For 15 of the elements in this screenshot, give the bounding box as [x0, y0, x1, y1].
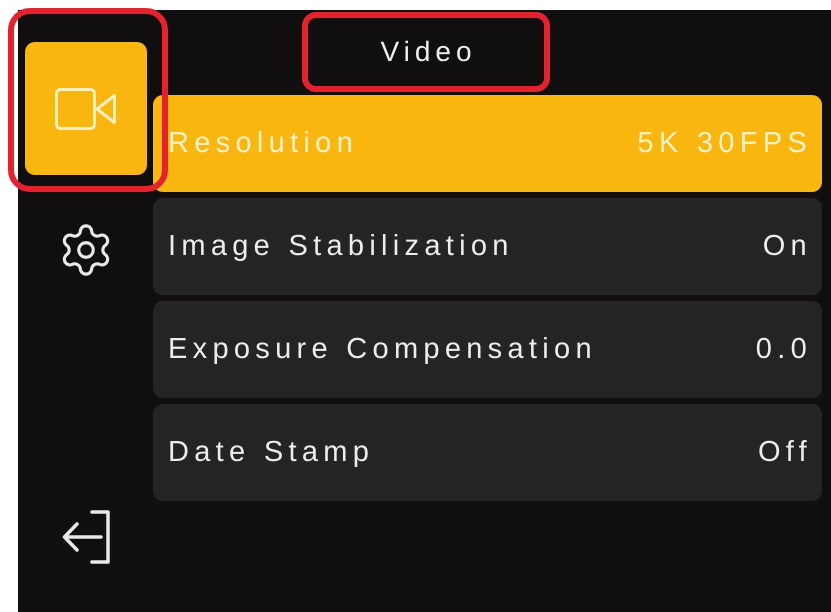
setting-value: Off — [758, 434, 812, 470]
setting-label: Exposure Compensation — [168, 332, 597, 367]
setting-label: Image Stabilization — [168, 228, 514, 264]
exit-icon — [60, 510, 110, 564]
setting-label: Date Stamp — [168, 434, 374, 470]
screen-title: Video — [379, 35, 478, 69]
exit-button[interactable] — [60, 510, 110, 564]
settings-row[interactable]: Image Stabilization On — [153, 198, 822, 295]
setting-value: 5K 30FPS — [637, 126, 812, 161]
settings-row[interactable]: Exposure Compensation 0.0 — [153, 301, 822, 398]
settings-row[interactable]: Date Stamp Off — [153, 404, 822, 501]
setting-value: On — [762, 228, 812, 264]
setting-value: 0.0 — [756, 332, 812, 367]
setting-label: Resolution — [168, 126, 358, 161]
video-camera-icon — [54, 88, 116, 130]
